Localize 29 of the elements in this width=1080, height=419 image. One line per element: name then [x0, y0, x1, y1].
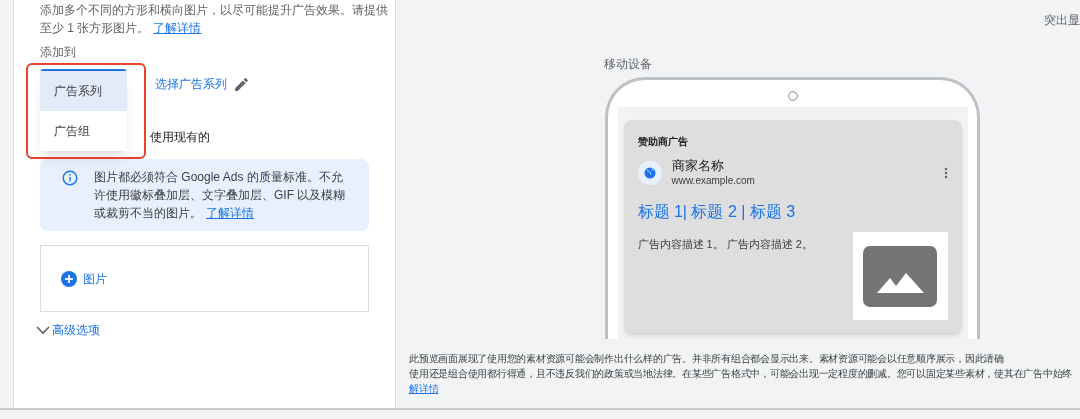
learn-more-link[interactable]: 了解详情: [153, 21, 202, 35]
select-campaign-link[interactable]: 选择广告系列: [155, 75, 227, 93]
learn-more-link[interactable]: 解详情: [409, 383, 439, 394]
add-image-button[interactable]: 图片: [61, 269, 107, 288]
disclaimer-text: 此预览画面展现了使用您的素材资源可能会制作出什么样的广告。并非所有组合都会显示出来。素材资源可能会以任意顺序展示，因此请确: [409, 352, 1005, 366]
plus-icon: [61, 270, 77, 287]
image-placeholder-icon: [863, 245, 937, 307]
camera-icon: [787, 91, 798, 101]
advanced-options-toggle[interactable]: 高级选项: [36, 321, 100, 339]
chevron-down-icon: [36, 325, 50, 335]
device-label: 移动设备: [604, 56, 652, 73]
dropdown-item[interactable]: 广告组: [40, 111, 127, 151]
intro-text: 至少 1 张方形图片。 了解详情: [40, 20, 203, 37]
field-label: 添加到: [40, 44, 77, 61]
dropdown-item[interactable]: 广告系列: [40, 71, 127, 111]
disclaimer-text: 使用还是组合使用都行得通，且不违反我们的政策或当地法律。在某些广告格式中，可能会出现一定程度的删减。您可以固定某些素材，使其在广告中始终: [409, 367, 1072, 381]
ad-headline: 标题 1| 标题 2 | 标题 3: [637, 202, 797, 222]
more-options-icon[interactable]: [943, 167, 948, 179]
radio-label: 使用现有的: [150, 129, 210, 146]
intro-text: 添加多个不同的方形和横向图片，以尽可能提升广告效果。请提供: [40, 2, 388, 19]
ad-description: 广告内容描述 1。 广告内容描述 2。: [637, 237, 813, 252]
pencil-icon[interactable]: [233, 75, 250, 93]
ad-url: www.example.com: [671, 174, 756, 188]
info-text: 图片都必须符合 Google Ads 的质量标准。不允许使用徽标叠加层、文字叠加层、GIF 以及模糊或裁剪不当的图片。 了解详情: [94, 169, 347, 222]
info-icon: [62, 170, 78, 186]
business-name: 商家名称: [671, 158, 725, 174]
section-label: 突出显: [1044, 12, 1080, 29]
learn-more-link[interactable]: 了解详情: [206, 206, 254, 220]
sponsored-label: 赞助商广告: [637, 135, 689, 149]
